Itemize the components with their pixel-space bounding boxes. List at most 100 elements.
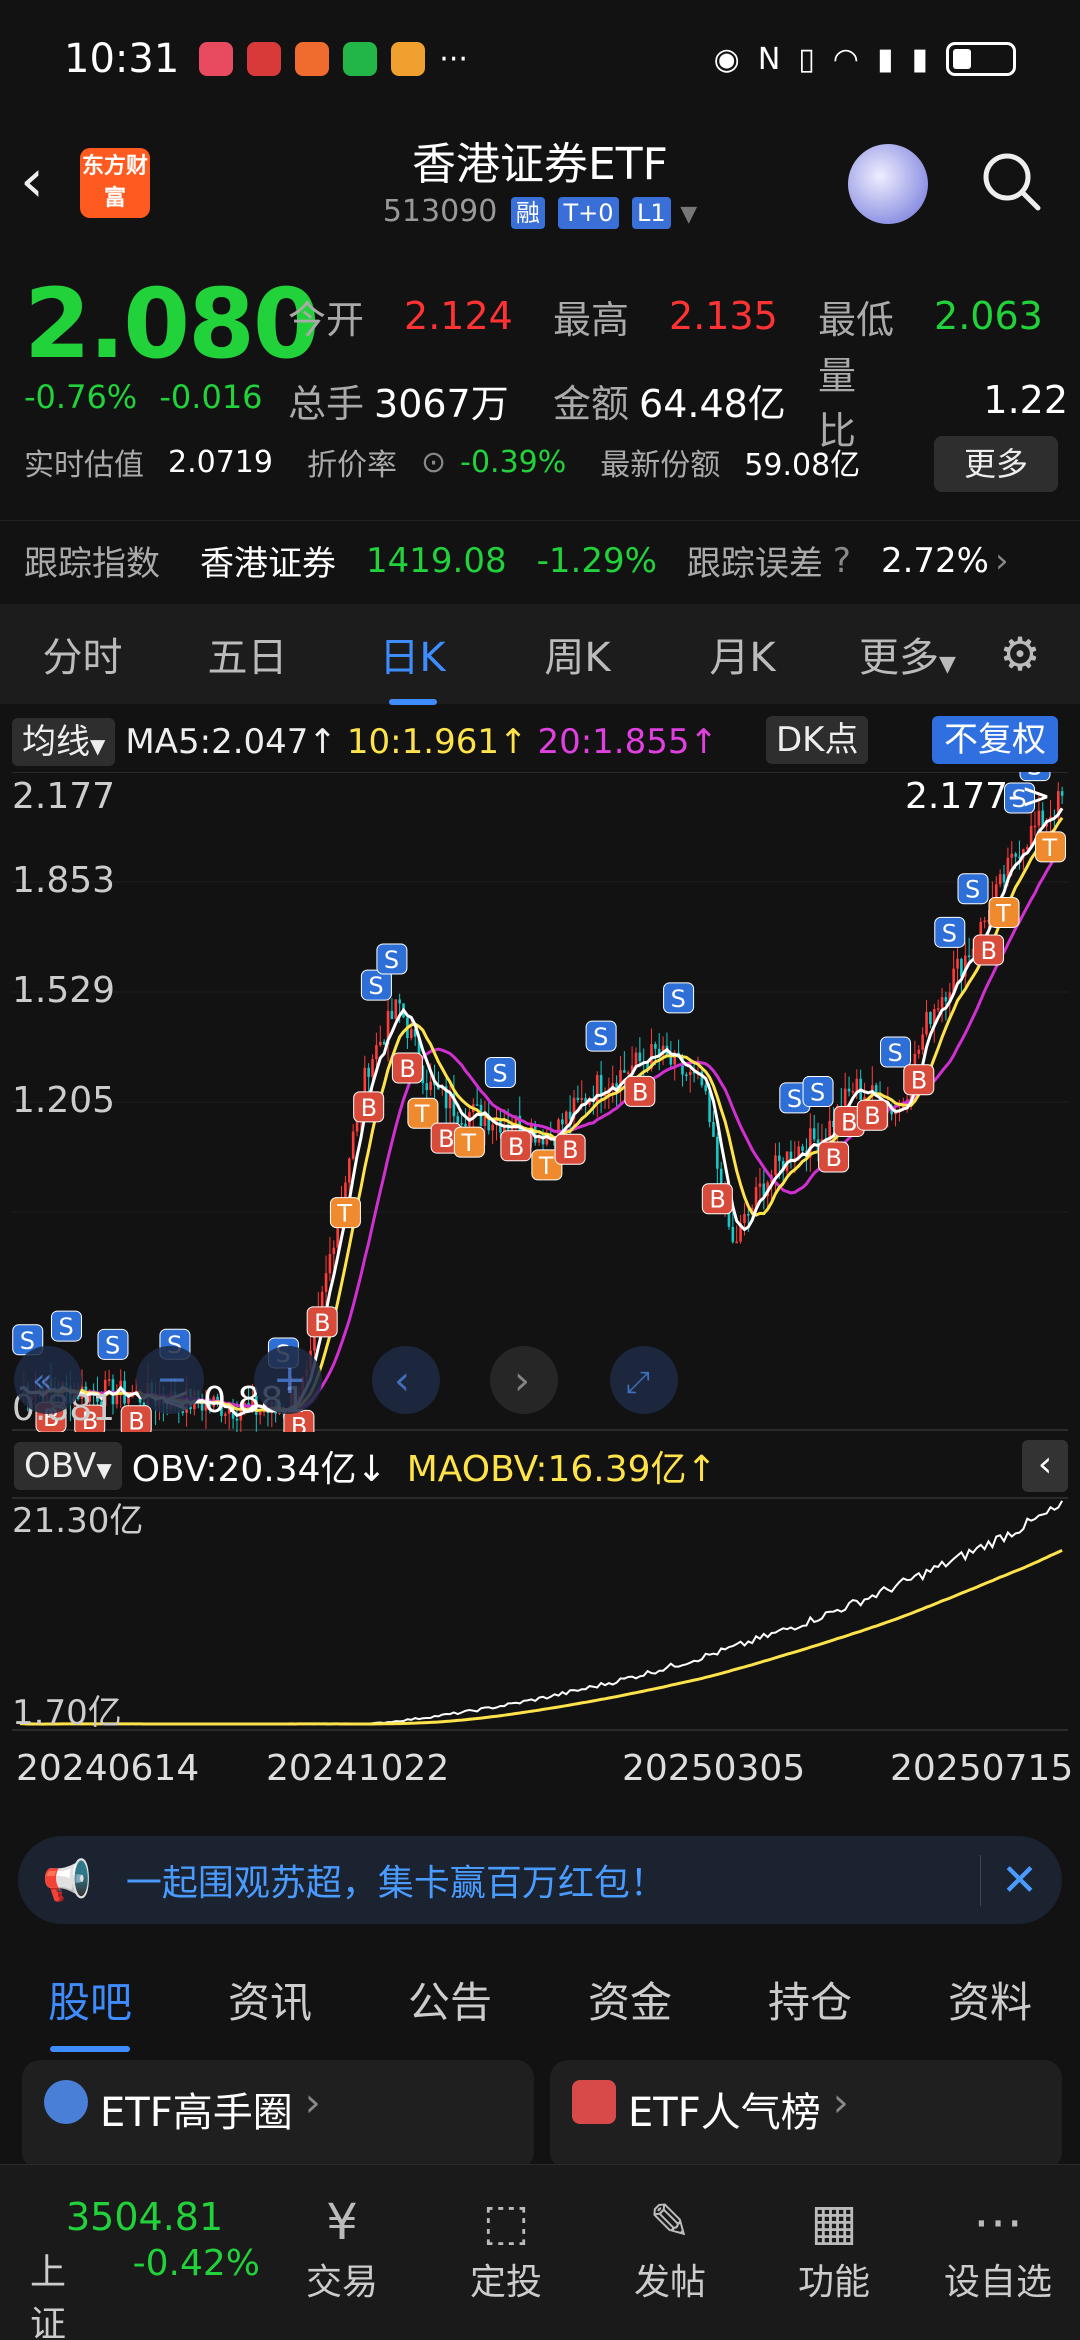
tab-news[interactable]: 资讯 <box>180 1969 360 2030</box>
nav-label: 交易 <box>305 2262 378 2303</box>
tab-holdings[interactable]: 持仓 <box>720 1969 900 2030</box>
etf-expert-card[interactable]: ETF高手圈 › <box>22 2060 534 2170</box>
kline-chart[interactable]: SBSBSBSSBBTBSSBTBTSBTBSBSBSSBBBSBSSBTSST… <box>12 772 1068 1432</box>
etf-popularity-card[interactable]: ETF人气榜 › <box>550 2060 1062 2170</box>
minus-icon: − <box>156 1357 188 1401</box>
candle-body <box>460 1123 463 1125</box>
chevron-left-icon: ‹ <box>394 1358 410 1404</box>
tab-funds[interactable]: 资金 <box>540 1969 720 2030</box>
indicator-selector-label: OBV <box>24 1446 97 1486</box>
dk-point-button[interactable]: DK点 <box>766 716 869 764</box>
index-value: 3504.81 <box>66 2195 224 2239</box>
signal-marker-label: B <box>314 1309 330 1337</box>
candle-body <box>351 1131 355 1159</box>
title-bar: ‹ 东方财富 香港证券ETF 513090 融 T+0 L1 ▼ <box>0 118 1080 248</box>
tab-monthly-k[interactable]: 月K <box>660 625 825 683</box>
y-tick-label: 1.529 <box>12 970 115 1011</box>
ma-selector[interactable]: 均线▼ <box>12 718 116 766</box>
assistant-robot-icon[interactable] <box>848 144 928 224</box>
status-bar: 10:31 ··· ◉ N ▯ ◠ ▮ ▮ <box>0 0 1080 118</box>
change-amount: -0.016 <box>159 378 263 416</box>
no-adjust-button[interactable]: 不复权 <box>932 716 1058 764</box>
candle-body <box>332 1247 336 1254</box>
obv-chart: 21.30亿 1.70亿 <box>12 1497 1068 1732</box>
nav-post[interactable]: ✎ 发帖 <box>588 2165 752 2340</box>
volume-value: 3067万 <box>374 381 509 426</box>
y-tick-label: 1.70亿 <box>12 1693 122 1732</box>
promo-banner[interactable]: 📢 一起围观苏超，集卡赢百万红包！ ✕ <box>18 1836 1062 1924</box>
candle-body <box>847 1088 851 1092</box>
tab-weekly-k[interactable]: 周K <box>495 625 660 683</box>
nav-invest[interactable]: ⬚ 定投 <box>424 2165 588 2340</box>
signal-marker-label: B <box>128 1408 144 1432</box>
expand-icon: ⤢ <box>626 1365 650 1400</box>
gear-icon[interactable]: ⚙ <box>990 627 1050 681</box>
signal-marker-label: T <box>995 899 1011 927</box>
tracking-index-row[interactable]: 跟踪指数 香港证券 1419.08 -1.29% 跟踪误差 ? 2.72% › <box>0 520 1080 600</box>
signal-marker-label: T <box>460 1129 476 1157</box>
shares-value: 59.08亿 <box>744 448 861 483</box>
candle-body <box>344 1182 347 1198</box>
candle-body <box>464 1123 467 1127</box>
tab-intraday[interactable]: 分时 <box>0 625 165 683</box>
dropdown-icon: ▼ <box>680 202 698 227</box>
tab-daily-k[interactable]: 日K <box>330 625 495 705</box>
banner-text: 一起围观苏超，集卡赢百万红包！ <box>125 1863 666 1904</box>
signal-marker-label: B <box>826 1144 842 1172</box>
candle-body <box>456 1116 460 1124</box>
more-button[interactable]: 更多 <box>934 436 1058 492</box>
collapse-indicator-button[interactable]: ‹ <box>1022 1440 1068 1492</box>
vibrate-icon: ▯ <box>798 41 815 77</box>
candle-body <box>580 1098 584 1100</box>
candle-body <box>375 1045 378 1060</box>
feature-cards: ETF高手圈 › ETF人气榜 › <box>22 2060 1062 2170</box>
tab-five-day[interactable]: 五日 <box>165 625 330 683</box>
dropdown-icon: ▼ <box>90 734 106 758</box>
x-tick-label: 20250305 <box>622 1748 806 1789</box>
circle-logo-icon <box>44 2080 88 2124</box>
candle-body <box>561 1119 564 1125</box>
nav-trade[interactable]: ¥ 交易 <box>260 2165 424 2340</box>
signal-marker-label: B <box>361 1094 377 1122</box>
double-chevron-left-icon: « <box>32 1361 53 1401</box>
chevron-right-icon: › <box>994 540 1009 581</box>
wifi-icon: ◠ <box>832 41 859 77</box>
candle-body <box>967 955 971 958</box>
candle-body <box>576 1097 580 1100</box>
info-icon[interactable]: ⊙ <box>421 445 446 480</box>
candle-body <box>623 1070 626 1073</box>
y-tick-label: 1.853 <box>12 860 115 901</box>
y-tick-label: 2.177 <box>12 776 115 817</box>
margin-badge: 融 <box>510 197 545 229</box>
nav-functions[interactable]: ▦ 功能 <box>752 2165 916 2340</box>
indicator-selector[interactable]: OBV▼ <box>14 1442 122 1490</box>
tab-announcements[interactable]: 公告 <box>360 1969 540 2030</box>
high-label: 最高 <box>553 297 630 342</box>
help-icon[interactable]: ? <box>833 541 851 581</box>
quote-row: 总手 3067万 金额 64.48亿 量比 1.22 <box>288 354 1068 453</box>
candle-body <box>475 1104 479 1106</box>
close-icon[interactable]: ✕ <box>980 1854 1038 1906</box>
low-value: 2.063 <box>934 294 1043 338</box>
ma5-readout: MA5:2.047↑ <box>125 722 337 762</box>
tab-forum[interactable]: 股吧 <box>0 1969 180 2052</box>
candle-body <box>716 1136 719 1169</box>
signal-marker-label: B <box>864 1102 880 1130</box>
nav-add-watchlist[interactable]: ⋯ 设自选 <box>916 2165 1080 2340</box>
signal-marker-label: S <box>965 876 980 904</box>
index-pct: -0.42% <box>132 2243 260 2284</box>
volume-label: 总手 <box>288 381 365 426</box>
candle-body <box>801 1146 804 1151</box>
quote-panel: 2.080 -0.76% -0.016 今开 2.124 最高 2.135 最低 2.… <box>0 250 1080 500</box>
discount-value: -0.39% <box>460 444 567 480</box>
candle-body <box>390 1010 394 1020</box>
candle-body <box>944 997 948 1002</box>
candle-body <box>1025 847 1029 850</box>
tab-more[interactable]: 更多▼ <box>825 625 990 683</box>
valuation-row: 实时估值 2.0719 折价率 ⊙ -0.39% 最新份额 59.08亿 <box>24 440 1064 484</box>
tab-profile[interactable]: 资料 <box>900 1969 1080 2030</box>
index-ticker[interactable]: 3504.81 上证 -0.42% <box>0 2165 260 2340</box>
bottom-nav: 3504.81 上证 -0.42% ¥ 交易 ⬚ 定投 ✎ 发帖 ▦ 功能 ⋯ 设自选 <box>0 2164 1080 2340</box>
chevron-right-icon: › <box>514 1358 530 1404</box>
search-icon[interactable] <box>980 150 1042 212</box>
